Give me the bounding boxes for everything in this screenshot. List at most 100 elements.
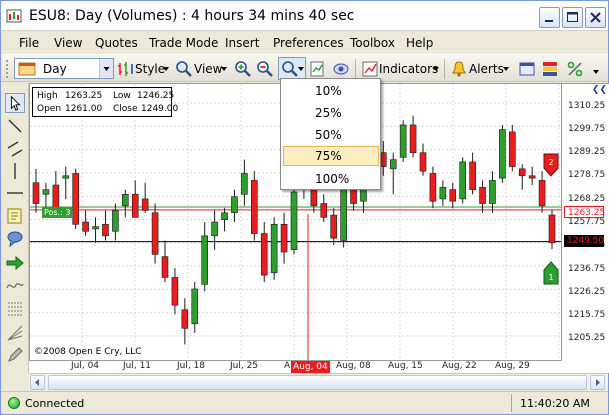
wave-tool-icon[interactable] [5, 276, 25, 296]
chart-app-icon [6, 9, 22, 23]
zoom-option-75[interactable]: 75% [283, 146, 379, 166]
price-tick: 1226.25 [568, 287, 606, 297]
menu-trade-mode[interactable]: Trade Mode [149, 36, 218, 50]
alerts-button[interactable]: Alerts [469, 62, 504, 76]
period-dropdown-arrow[interactable] [99, 59, 113, 78]
toolbar-separator [444, 59, 445, 79]
zoom-in-icon[interactable] [234, 60, 252, 78]
close-value: 1249.00 [141, 104, 179, 114]
gann-fan-tool-icon[interactable] [5, 323, 25, 343]
percent-tools-icon[interactable] [566, 60, 584, 78]
arrow-tool-icon[interactable] [5, 253, 25, 273]
candle-body [92, 226, 99, 230]
price-axis[interactable]: ❮❮ 1310.25 1299.75 1289.25 1278.75 1268.… [562, 83, 609, 361]
candle-body [151, 212, 159, 255]
color-scheme-icon[interactable] [541, 60, 559, 78]
magnifier-icon[interactable] [175, 60, 193, 78]
time-axis[interactable]: Jul, 04 Jul, 11 Jul, 18 Jul, 25 Au Aug, … [29, 361, 609, 373]
calendar-icon [18, 62, 36, 76]
bell-icon[interactable] [450, 60, 468, 78]
candle-body [459, 161, 466, 200]
candle-body [72, 173, 79, 225]
candle-body [439, 187, 447, 200]
high-value: 1263.25 [65, 91, 103, 101]
fibonacci-tool-icon[interactable] [5, 299, 25, 319]
cursor-time-badge: Aug, 04 [291, 361, 330, 373]
minimize-button[interactable] [539, 7, 560, 28]
zoom-option-50[interactable]: 50% [283, 125, 379, 145]
menu-file[interactable]: File [19, 36, 39, 50]
candle-body [518, 168, 526, 177]
zoom-out-icon[interactable] [256, 60, 274, 78]
candle-body [330, 214, 337, 239]
buy-order-count: 1 [548, 273, 553, 282]
pencil-tool-icon[interactable] [5, 345, 25, 365]
indicators-icon[interactable] [361, 60, 379, 78]
pointer-tool-icon[interactable] [5, 93, 25, 113]
view-dropdown-arrow[interactable] [221, 67, 227, 71]
candle-body [231, 196, 238, 214]
position-tag[interactable]: Pos.: 3 [42, 207, 73, 218]
zoom-option-100[interactable]: 100% [283, 169, 379, 189]
period-select[interactable]: Day [14, 58, 114, 79]
crosshair-eye-icon[interactable] [332, 60, 350, 78]
trendline-tool-icon[interactable] [5, 116, 25, 136]
candle-body [280, 224, 288, 253]
scroll-latest-icon[interactable]: ❮❮ [592, 85, 607, 95]
candle-body [499, 129, 506, 179]
layout-icon[interactable] [518, 60, 536, 78]
candle-body [241, 173, 248, 195]
indicators-dropdown-arrow[interactable] [433, 67, 439, 71]
price-tick: 1278.75 [568, 170, 606, 180]
menu-preferences[interactable]: Preferences [273, 36, 344, 50]
open-label: Open [37, 104, 62, 114]
chart-style-icon[interactable] [117, 60, 135, 78]
status-divider [511, 394, 512, 412]
maximize-button[interactable] [562, 7, 583, 28]
time-tick: Aug, 29 [495, 361, 530, 371]
candle-body [449, 189, 457, 202]
candle-body [112, 210, 119, 232]
candle-body [538, 180, 546, 207]
candle-body [211, 221, 218, 237]
zoom-percent-button[interactable] [278, 57, 306, 80]
note-tool-icon[interactable] [5, 206, 25, 226]
zoom-option-10[interactable]: 10% [283, 81, 379, 101]
drawing-tools-bar [1, 83, 29, 373]
horizontal-line-tool-icon[interactable] [5, 183, 25, 203]
menu-insert[interactable]: Insert [225, 36, 259, 50]
time-tick: Jul, 11 [123, 361, 152, 371]
alerts-dropdown-arrow[interactable] [503, 67, 509, 71]
scroll-left-button[interactable] [30, 375, 45, 390]
connection-status: Connected [25, 397, 85, 410]
menu-toolbox[interactable]: Toolbox [350, 36, 395, 50]
snapshot-icon[interactable] [309, 60, 327, 78]
scroll-right-button[interactable] [590, 375, 605, 390]
open-value: 1261.00 [65, 104, 103, 114]
zoom-option-25[interactable]: 25% [283, 103, 379, 123]
candle-body [320, 203, 328, 218]
title-bar[interactable]: ESU8: Day (Volumes) : 4 hours 34 mins 40… [1, 1, 608, 31]
scroll-thumb[interactable] [48, 375, 587, 390]
channel-tool-icon[interactable] [5, 139, 25, 159]
candle-body [62, 175, 70, 179]
menu-quotes[interactable]: Quotes [95, 36, 138, 50]
callout-tool-icon[interactable] [5, 229, 25, 249]
menu-view[interactable]: View [54, 36, 82, 50]
style-dropdown-arrow[interactable] [163, 67, 169, 71]
chart-scrollbar[interactable] [29, 373, 608, 390]
candle-body [528, 175, 536, 179]
view-button[interactable]: View [194, 62, 222, 76]
toolbar-overflow-icon[interactable] [591, 60, 601, 78]
indicators-button[interactable]: Indicators [379, 62, 438, 76]
candle-body [290, 191, 298, 251]
toolbar-grip[interactable] [6, 60, 10, 78]
candle-body [548, 214, 556, 244]
candle-body [270, 224, 278, 274]
close-icon [590, 12, 601, 23]
close-button[interactable] [585, 7, 606, 28]
menu-help[interactable]: Help [406, 36, 433, 50]
candle-body [42, 189, 50, 195]
style-button[interactable]: Style [135, 62, 165, 76]
vertical-line-tool-icon[interactable] [5, 161, 25, 181]
